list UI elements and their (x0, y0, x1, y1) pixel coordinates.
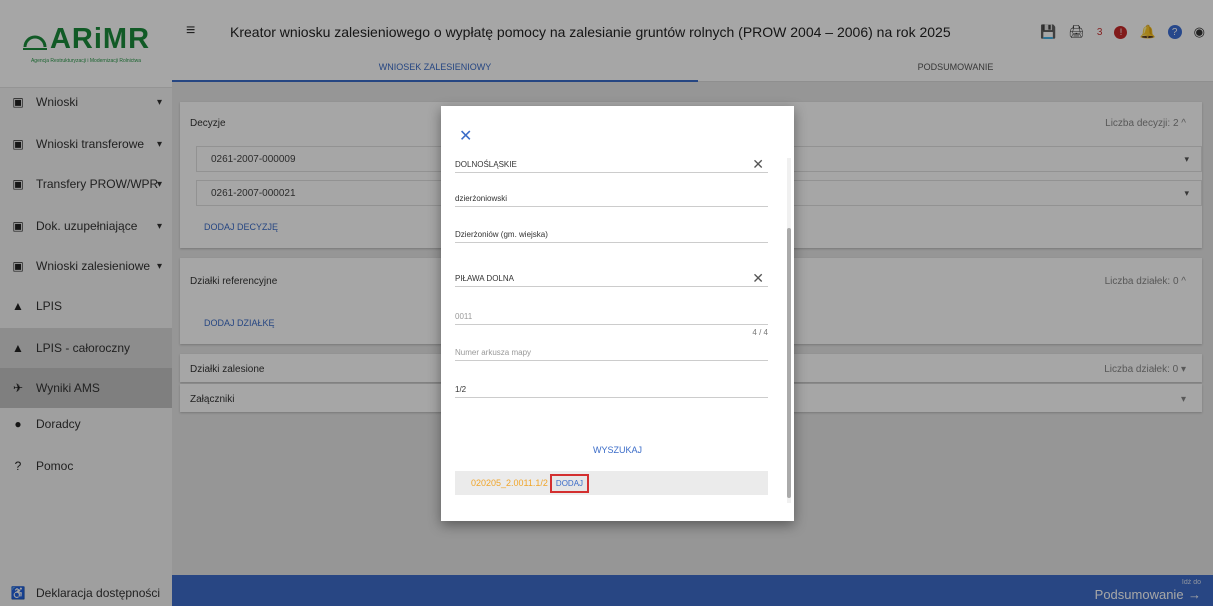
map-sheet-placeholder: Numer arkusza mapy (455, 348, 532, 357)
search-button[interactable]: WYSZUKAJ (441, 445, 794, 455)
char-counter: 4 / 4 (752, 328, 768, 337)
add-plot-button[interactable]: DODAJ (549, 473, 590, 493)
voivodeship-select[interactable]: DOLNOŚLĄSKIE ✕ (455, 156, 768, 173)
scrollbar-thumb[interactable] (787, 228, 791, 498)
commune-select[interactable]: Dzierżoniów (gm. wiejska) (455, 230, 768, 243)
plot-number-field[interactable]: 1/2 (455, 385, 768, 398)
plot-number-value: 1/2 (455, 385, 467, 394)
clear-icon[interactable]: ✕ (752, 270, 764, 287)
plot-search-dialog: ✕ DOLNOŚLĄSKIE ✕ dzierżoniowski Dzierżoni… (441, 106, 794, 521)
result-plot-id: 020205_2.0011.1/2 (471, 478, 548, 488)
voivodeship-value: DOLNOŚLĄSKIE (455, 160, 517, 169)
precinct-number-field[interactable]: 0011 (455, 312, 768, 325)
map-sheet-field[interactable]: Numer arkusza mapy (455, 348, 768, 361)
county-select[interactable]: dzierżoniowski (455, 194, 768, 207)
precinct-value: PIŁAWA DOLNA (455, 274, 514, 283)
clear-icon[interactable]: ✕ (752, 156, 764, 173)
dialog-scrollbar[interactable] (787, 158, 791, 503)
county-value: dzierżoniowski (455, 194, 508, 203)
search-result-row: 020205_2.0011.1/2 DODAJ (455, 471, 768, 495)
precinct-number-value: 0011 (455, 312, 473, 321)
precinct-select[interactable]: PIŁAWA DOLNA ✕ (455, 270, 768, 287)
commune-value: Dzierżoniów (gm. wiejska) (455, 230, 548, 239)
close-icon[interactable]: ✕ (459, 126, 472, 146)
